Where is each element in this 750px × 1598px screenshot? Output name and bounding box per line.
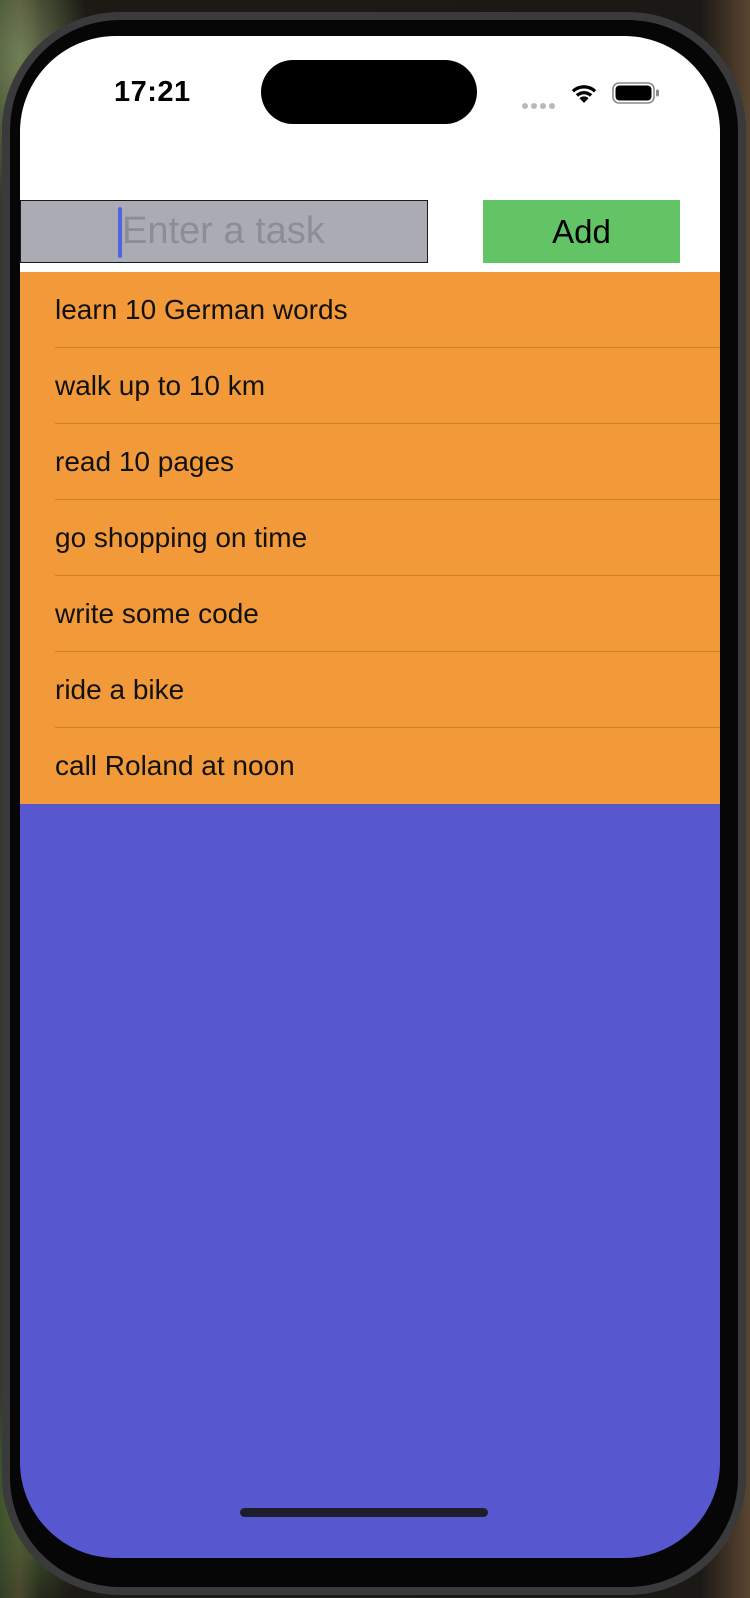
- status-time: 17:21: [114, 76, 191, 108]
- cellular-signal-icon: [522, 96, 558, 109]
- header-area: 17:21 Add: [20, 36, 720, 272]
- task-row[interactable]: read 10 pages: [20, 424, 720, 500]
- task-label: call Roland at noon: [55, 750, 295, 781]
- task-row[interactable]: write some code: [20, 576, 720, 652]
- task-label: walk up to 10 km: [55, 370, 266, 401]
- wifi-icon: [571, 85, 597, 103]
- battery-icon: [612, 82, 659, 104]
- dynamic-island: [261, 60, 477, 124]
- text-caret: [118, 207, 122, 258]
- task-list: learn 10 German words walk up to 10 km r…: [20, 272, 720, 804]
- task-row[interactable]: go shopping on time: [20, 500, 720, 576]
- task-label: learn 10 German words: [55, 294, 348, 325]
- add-button[interactable]: Add: [483, 200, 680, 263]
- task-row[interactable]: walk up to 10 km: [20, 348, 720, 424]
- task-label: go shopping on time: [55, 522, 308, 553]
- task-row[interactable]: call Roland at noon: [20, 728, 720, 804]
- task-label: write some code: [55, 598, 259, 629]
- task-row[interactable]: ride a bike: [20, 652, 720, 728]
- task-row[interactable]: learn 10 German words: [20, 272, 720, 348]
- task-label: read 10 pages: [55, 446, 235, 477]
- screen: 17:21 Add learn 10 German words walk up …: [20, 36, 720, 1558]
- task-label: ride a bike: [55, 674, 185, 705]
- home-indicator[interactable]: [240, 1508, 488, 1517]
- task-input[interactable]: [20, 200, 428, 263]
